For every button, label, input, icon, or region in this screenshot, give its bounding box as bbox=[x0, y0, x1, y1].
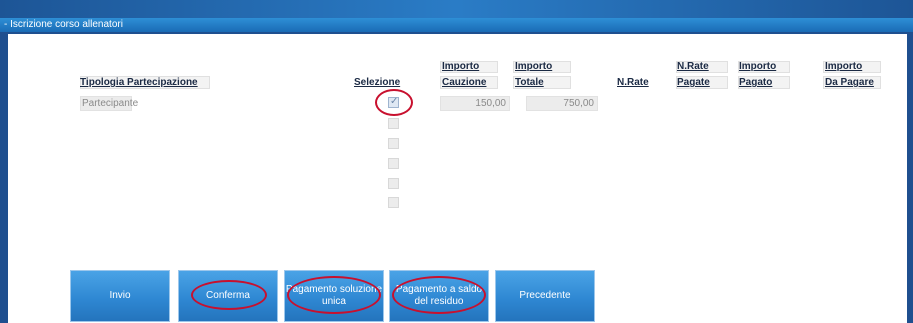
row-cauzione-field: 150,00 bbox=[440, 96, 510, 111]
conferma-button[interactable]: Conferma bbox=[178, 270, 278, 322]
empty-select-checkbox[interactable] bbox=[388, 197, 399, 208]
header-rate-pagate: Pagate bbox=[677, 77, 710, 88]
empty-select-checkbox[interactable] bbox=[388, 138, 399, 149]
row-tipologia-field: Partecipante bbox=[80, 96, 139, 111]
precedente-button[interactable]: Precedente bbox=[495, 270, 595, 322]
header-pagato: Pagato bbox=[739, 77, 773, 88]
pagamento-soluzione-unica-button[interactable]: Pagamento soluzione unica bbox=[284, 270, 384, 322]
header-totale-top: Importo bbox=[515, 61, 553, 72]
header-pagato-top: Importo bbox=[739, 61, 777, 72]
empty-select-checkbox[interactable] bbox=[388, 118, 399, 129]
empty-select-checkbox[interactable] bbox=[388, 178, 399, 189]
row-totale-field: 750,00 bbox=[526, 96, 598, 111]
header-tipologia: Tipologia Partecipazione bbox=[80, 77, 198, 88]
top-banner bbox=[0, 0, 913, 18]
header-selezione: Selezione bbox=[354, 77, 401, 88]
row-select-checkbox[interactable] bbox=[388, 96, 399, 108]
empty-select-checkbox[interactable] bbox=[388, 158, 399, 169]
header-totale: Totale bbox=[515, 77, 544, 88]
main-panel: Tipologia Partecipazione Selezione Impor… bbox=[8, 34, 907, 323]
header-nrate: N.Rate bbox=[617, 77, 649, 88]
header-dapagare: Da Pagare bbox=[825, 77, 874, 88]
header-cauzione-top: Importo bbox=[442, 61, 480, 72]
pagamento-saldo-residuo-button[interactable]: Pagamento a saldo del residuo bbox=[389, 270, 489, 322]
window-title: - Iscrizione corso allenatori bbox=[0, 18, 913, 32]
header-rate-pagate-top: N.Rate bbox=[677, 61, 709, 72]
invio-button[interactable]: Invio bbox=[70, 270, 170, 322]
header-dapagare-top: Importo bbox=[825, 61, 863, 72]
header-cauzione: Cauzione bbox=[442, 77, 487, 88]
